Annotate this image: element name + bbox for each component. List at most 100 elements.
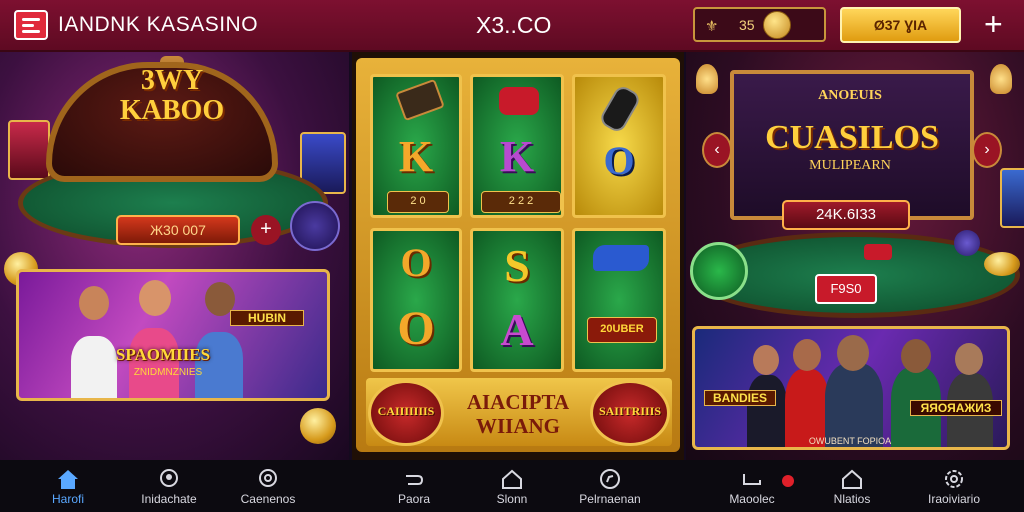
person-head <box>955 343 983 375</box>
banner-tag: BANDIES <box>704 390 776 406</box>
nav-label: Caenenos <box>240 492 296 506</box>
win-banner-line2: WIIANG <box>475 414 560 438</box>
nav-item-back[interactable]: Paora <box>386 460 442 512</box>
chip-stack-icon <box>864 244 892 260</box>
banner-tag: HUBIN <box>230 310 304 326</box>
stake-amount[interactable]: Ж30 007 <box>116 215 240 245</box>
right-game-title: CUASILOS <box>765 119 939 156</box>
nav-item-search[interactable]: Caenenos <box>232 460 304 512</box>
slot-machine-icon <box>8 120 50 180</box>
play-button[interactable] <box>690 242 748 300</box>
nav-item-lobby[interactable]: Nlatios <box>824 460 880 512</box>
slot-badge: 20UBER <box>587 317 657 343</box>
item-icon <box>597 83 643 135</box>
deposit-button[interactable]: Ø37 ƔIA <box>840 7 961 43</box>
slot-machine-icon <box>1000 168 1024 228</box>
return-arrow-icon <box>743 474 761 485</box>
person-figure <box>825 363 883 447</box>
user-icon <box>160 469 178 487</box>
slot-symbol: O <box>397 302 435 355</box>
nav-item-explore[interactable]: Pelrnaenan <box>568 460 652 512</box>
nav-item-settings[interactable]: Iraoiviario <box>916 460 992 512</box>
slot-tile[interactable]: 20UBER <box>572 228 666 372</box>
slot-tile[interactable]: S A <box>470 228 564 372</box>
lamp-icon <box>990 64 1012 94</box>
coin-decoration <box>984 252 1020 276</box>
nav-label: Harofi <box>51 492 84 506</box>
brand-name: IANDNK KASASINO <box>58 13 259 36</box>
jackpot-amount: 24K.6I33 <box>782 200 910 230</box>
badge-left-label: CAIIIIIIIS <box>377 404 435 418</box>
slot-symbol: K <box>499 132 535 181</box>
nav-label: Iraoiviario <box>927 492 981 506</box>
person-figure <box>747 375 787 447</box>
slot-tile[interactable]: K 2 0 <box>370 74 462 218</box>
banner-subtitle: ZNIDMNZNIES <box>133 367 203 378</box>
search-icon <box>259 469 277 487</box>
right-game-subtitle-bottom: MULIPEARN <box>809 158 891 173</box>
nav-label: Maoolec <box>729 492 775 506</box>
nav-item-home[interactable]: Harofi <box>36 460 100 512</box>
top-bar: IANDNK KASASINO X3..CO ⚜ 35 Ø37 ƔIA + <box>0 0 1024 52</box>
person-head <box>793 339 821 371</box>
notification-dot <box>782 475 794 487</box>
slot-tile[interactable]: O <box>572 74 666 218</box>
house-outline-icon <box>842 469 862 489</box>
home-icon <box>58 470 78 489</box>
slot-value-label: 2 2 2 <box>481 191 561 213</box>
slot-symbol: O <box>603 138 635 183</box>
nav-item-store[interactable]: Slonn <box>484 460 540 512</box>
nav-label: Inidachate <box>141 492 197 506</box>
win-banner-line1: AIACIPTA <box>466 390 570 414</box>
slot-tile[interactable]: K 2 2 2 <box>470 74 564 218</box>
win-banner-text: AIACIPTA WIIANG <box>450 390 586 438</box>
coin-decoration <box>300 408 336 444</box>
nav-item-history[interactable]: Maoolec <box>720 460 784 512</box>
logo-icon[interactable] <box>14 10 48 40</box>
left-game-title-line1: 3WY <box>140 65 204 96</box>
left-game-title: 3WY KABOO <box>92 66 252 126</box>
person-head <box>753 345 779 375</box>
slot-symbol: O <box>400 240 432 285</box>
nav-label: Slonn <box>496 492 528 506</box>
badge-right-label: SAIITRIIIS <box>598 404 662 418</box>
banner-tag: ЯЯОЯАЖИЗ <box>910 400 1002 416</box>
banner-caption: OWUBENT FOPIOA <box>808 436 892 446</box>
slot-value-label: 2 0 <box>387 191 449 213</box>
bet-chip[interactable]: F9S0 <box>815 274 877 304</box>
back-arrow-icon <box>406 475 424 485</box>
house-outline-icon <box>502 469 522 489</box>
slot-symbol: S <box>504 240 530 291</box>
chip-icon[interactable] <box>290 201 340 251</box>
page-title: X3..CO <box>476 12 552 38</box>
coin-icon <box>763 11 791 39</box>
promo-banner-right[interactable] <box>692 326 1010 450</box>
nav-item-profile[interactable]: Inidachate <box>130 460 208 512</box>
person-figure <box>195 332 243 398</box>
add-button[interactable]: + <box>984 6 1003 42</box>
prev-arrow-button[interactable]: ‹ <box>702 132 732 168</box>
slot-symbol: K <box>398 132 434 181</box>
banner-title: SPAOMIIES <box>115 345 211 364</box>
bottom-navigation: Harofi Inidachate Caenenos Paora Slonn P… <box>0 460 1024 512</box>
left-game-title-line2: KABOO <box>119 95 225 126</box>
compass-icon <box>600 469 620 489</box>
chip-icon <box>954 230 980 256</box>
slot-tile[interactable]: O O <box>370 228 462 372</box>
next-arrow-button[interactable]: › <box>972 132 1002 168</box>
left-add-button[interactable]: + <box>251 215 281 245</box>
person-head <box>79 286 109 320</box>
item-icon <box>593 245 649 271</box>
person-head <box>139 280 171 316</box>
slot-symbol: A <box>500 304 534 355</box>
nav-label: Nlatios <box>833 492 871 506</box>
balance-amount: 35 <box>739 17 755 33</box>
settings-icon <box>945 470 963 488</box>
balance-display[interactable]: ⚜ 35 <box>693 7 826 42</box>
currency-icon: ⚜ <box>705 18 719 35</box>
person-head <box>901 339 931 373</box>
promo-banner-left[interactable] <box>16 269 330 401</box>
lamp-icon <box>696 64 718 94</box>
right-game-subtitle-top: ANOEUIS <box>818 88 882 103</box>
item-icon <box>395 78 445 122</box>
